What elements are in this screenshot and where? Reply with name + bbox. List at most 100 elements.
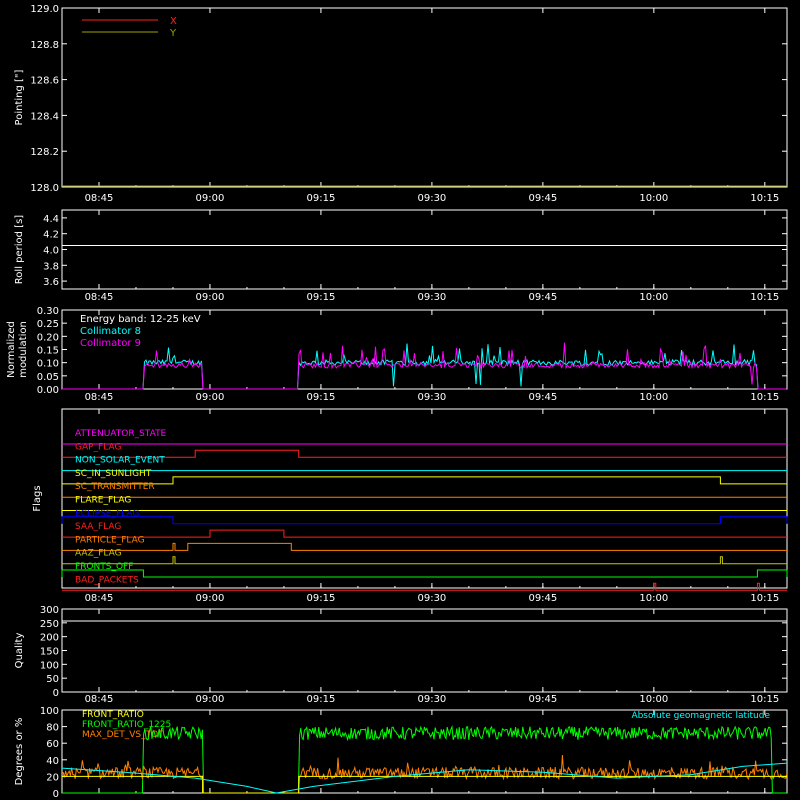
y-axis-label: modulation bbox=[18, 321, 29, 378]
legend-label-y: Y bbox=[169, 28, 177, 39]
x-tick-label: 08:45 bbox=[85, 392, 114, 403]
x-tick-label: 10:00 bbox=[639, 694, 668, 705]
x-tick-label: 08:45 bbox=[85, 694, 114, 705]
hessi-quicklook-chart: 08:45 09:00 09:15 09:30 09:45 10:00 10:15 08:45… bbox=[6, 4, 788, 800]
y-axis-label: Roll period [s] bbox=[14, 215, 25, 284]
x-tick-label: 09:00 bbox=[196, 694, 225, 705]
x-tick-label: 09:30 bbox=[417, 392, 446, 403]
x-tick-label: 08:45 bbox=[85, 193, 114, 204]
legend-label-collimator-9: Collimator 9 bbox=[80, 338, 141, 349]
y-tick-label: 50 bbox=[46, 674, 59, 685]
y-axis-label: Quality bbox=[14, 633, 25, 669]
panel-frame-1 bbox=[61, 209, 788, 290]
x-tick-label: 09:00 bbox=[196, 392, 225, 403]
y-tick-label: 300 bbox=[40, 605, 59, 616]
y-tick-label: 60 bbox=[46, 739, 59, 750]
flag-label-bad-packets: BAD_PACKETS bbox=[75, 575, 139, 585]
y-tick-label: 150 bbox=[40, 647, 59, 658]
x-tick-label: 10:15 bbox=[750, 593, 779, 604]
x-tick-label: 10:00 bbox=[639, 292, 668, 303]
x-tick-label: 09:45 bbox=[528, 694, 557, 705]
y-tick-label: 200 bbox=[40, 633, 59, 644]
x-tick-label: 09:15 bbox=[307, 193, 336, 204]
y-tick-label: 100 bbox=[40, 660, 59, 671]
y-tick-label: 250 bbox=[40, 619, 59, 630]
y-tick-label: 3.6 bbox=[43, 277, 59, 288]
flag-line-fronts-off bbox=[61, 569, 788, 578]
y-tick-label: 128.4 bbox=[30, 111, 59, 122]
flag-line-bad-packets bbox=[62, 582, 787, 591]
y-tick-label: 80 bbox=[46, 723, 59, 734]
x-tick-label: 09:30 bbox=[417, 694, 446, 705]
y-axis-label: Flags bbox=[32, 485, 43, 511]
y-tick-label: 0.25 bbox=[37, 319, 59, 330]
y-tick-label: 40 bbox=[46, 756, 59, 767]
series-line-geomagnetic-latitude bbox=[61, 762, 788, 794]
x-tick-label: 09:15 bbox=[307, 593, 336, 604]
y-tick-label: 0.00 bbox=[37, 385, 59, 396]
x-tick-label: 09:30 bbox=[417, 292, 446, 303]
legend-label-x: X bbox=[170, 16, 177, 27]
x-tick-label: 09:00 bbox=[196, 593, 225, 604]
y-tick-label: 128.0 bbox=[30, 183, 59, 194]
x-tick-label: 09:15 bbox=[307, 694, 336, 705]
flag-label-saa-flag: SAA_FLAG bbox=[75, 522, 121, 532]
y-tick-label: 0.10 bbox=[37, 359, 59, 370]
series-line-front-ratio-1225 bbox=[62, 725, 787, 794]
y-tick-label: 100 bbox=[40, 706, 59, 717]
y-tick-label: 4.0 bbox=[43, 246, 59, 257]
x-tick-label: 10:15 bbox=[750, 694, 779, 705]
flag-label-aaz-flag: AAZ_FLAG bbox=[75, 549, 122, 559]
panel-frame-3 bbox=[61, 408, 788, 589]
flag-label-sc-transmitter: SC_TRANSMITTER bbox=[75, 482, 155, 492]
y-axis-label: Normalized bbox=[6, 321, 17, 378]
legend-label-front-ratio-1225: FRONT_RATIO_1225 bbox=[82, 720, 171, 730]
flag-line-eclipse-flag bbox=[61, 516, 788, 525]
flag-line-sc-in-sunlight bbox=[62, 476, 787, 485]
y-tick-label: 128.6 bbox=[30, 76, 59, 87]
y-tick-label: 4.2 bbox=[43, 230, 59, 241]
legend-label-front-ratio: FRONT_RATIO bbox=[82, 710, 144, 720]
x-tick-label: 09:45 bbox=[528, 593, 557, 604]
geomagnetic-latitude-annotation: Absolute geomagnetic latitude bbox=[631, 711, 770, 721]
energy-band-annotation: Energy band: 12-25 keV bbox=[80, 314, 201, 325]
x-tick-label: 08:45 bbox=[85, 593, 114, 604]
y-tick-label: 0.15 bbox=[37, 346, 59, 357]
x-tick-label: 09:45 bbox=[528, 193, 557, 204]
x-tick-label: 09:00 bbox=[196, 193, 225, 204]
x-tick-label: 10:15 bbox=[750, 193, 779, 204]
x-tick-label: 09:45 bbox=[528, 292, 557, 303]
y-tick-label: 0.20 bbox=[37, 332, 59, 343]
y-tick-label: 128.2 bbox=[30, 147, 59, 158]
x-tick-label: 09:45 bbox=[528, 392, 557, 403]
y-tick-label: 129.0 bbox=[30, 4, 59, 15]
x-tick-label: 08:45 bbox=[85, 292, 114, 303]
flag-line-saa-flag bbox=[62, 529, 787, 538]
y-tick-label: 20 bbox=[46, 772, 59, 783]
y-axis-label: Pointing ["] bbox=[14, 69, 25, 125]
series-line-collimator-9 bbox=[62, 342, 787, 390]
x-tick-label: 10:00 bbox=[639, 593, 668, 604]
flag-label-sc-in-sunlight: SC_IN_SUNLIGHT bbox=[75, 469, 152, 479]
x-tick-label: 10:15 bbox=[750, 292, 779, 303]
x-tick-label: 10:15 bbox=[750, 392, 779, 403]
y-tick-label: 128.8 bbox=[30, 40, 59, 51]
x-tick-label: 09:00 bbox=[196, 292, 225, 303]
y-tick-label: 0.30 bbox=[37, 306, 59, 317]
x-tick-label: 10:00 bbox=[639, 392, 668, 403]
x-tick-label: 10:00 bbox=[639, 193, 668, 204]
flag-label-particle-flag: PARTICLE_FLAG bbox=[75, 535, 145, 545]
flag-label-flare-flag: FLARE_FLAG bbox=[75, 496, 131, 506]
y-axis-label: Degrees or % bbox=[14, 718, 25, 786]
x-tick-label: 09:15 bbox=[307, 392, 336, 403]
flag-label-non-solar-event: NON_SOLAR_EVENT bbox=[75, 456, 165, 466]
flag-line-gap-flag bbox=[62, 449, 787, 458]
series-line-front-ratio bbox=[62, 775, 787, 794]
x-tick-label: 09:15 bbox=[307, 292, 336, 303]
legend-label-collimator-8: Collimator 8 bbox=[80, 326, 141, 337]
flag-label-gap-flag: GAP_FLAG bbox=[75, 442, 121, 452]
flag-label-attenuator-state: ATTENUATOR_STATE bbox=[75, 429, 167, 439]
y-tick-label: 3.8 bbox=[43, 261, 59, 272]
y-tick-label: 4.4 bbox=[43, 214, 59, 225]
flag-line-aaz-flag bbox=[62, 556, 787, 565]
